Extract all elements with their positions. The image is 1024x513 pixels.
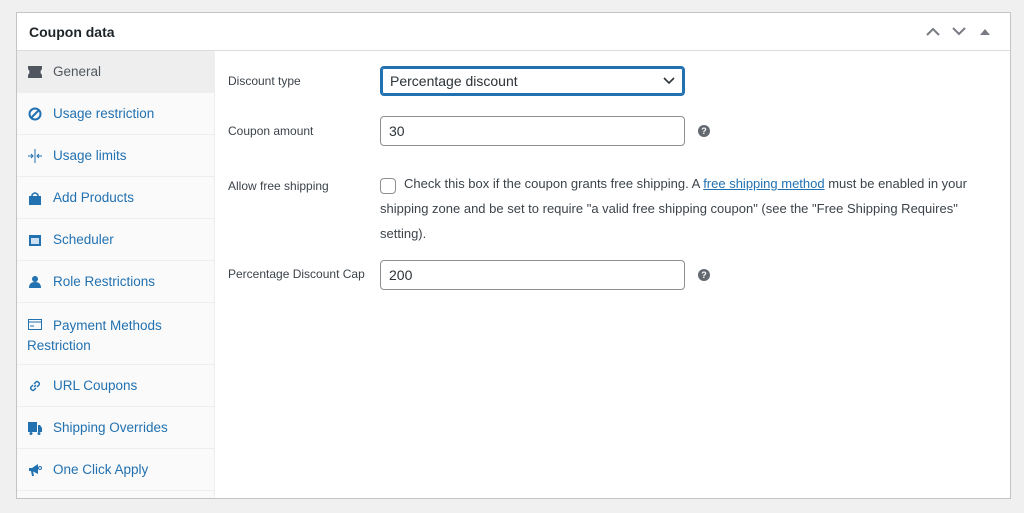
panel-header: Coupon data: [17, 13, 1010, 51]
move-up-button[interactable]: [920, 19, 946, 45]
discount-type-label: Discount type: [228, 74, 301, 88]
truck-icon: [27, 420, 43, 436]
card-icon: [27, 316, 43, 332]
discount-type-value: Percentage discount: [390, 73, 518, 89]
free-shipping-label: Allow free shipping: [228, 179, 329, 193]
ban-icon: [27, 106, 43, 122]
help-icon[interactable]: ?: [698, 125, 710, 137]
chevron-down-icon: [663, 77, 675, 85]
coupon-amount-input[interactable]: 30: [380, 116, 685, 146]
desc-text: Check this box if the coupon grants free…: [404, 176, 704, 191]
tab-scheduler[interactable]: Scheduler: [17, 219, 214, 261]
discount-cap-input[interactable]: 200: [380, 260, 685, 290]
tab-label: General: [53, 64, 102, 79]
panel-title: Coupon data: [29, 23, 115, 40]
tab-label: Scheduler: [53, 232, 114, 247]
tab-usage-limits[interactable]: Usage limits: [17, 135, 214, 177]
bag-icon: [27, 190, 43, 206]
toggle-panel-button[interactable]: [972, 19, 998, 45]
tab-add-products[interactable]: Add Products: [17, 177, 214, 219]
tab-one-click-apply[interactable]: One Click Apply: [17, 449, 214, 491]
user-icon: [27, 274, 43, 290]
triangle-up-icon: [980, 29, 990, 35]
tab-label: One Click Apply: [53, 462, 149, 477]
coupon-amount-label: Coupon amount: [228, 124, 314, 138]
tab-shipping-overrides[interactable]: Shipping Overrides: [17, 407, 214, 449]
tab-label: Usage restriction: [53, 106, 155, 121]
coupon-tabs: General Usage restriction Usage limits A…: [17, 51, 215, 498]
coupon-data-panel: Coupon data General Usage restriction Us…: [16, 12, 1011, 499]
chevron-up-icon: [926, 27, 940, 36]
tab-label: Usage limits: [53, 148, 127, 163]
tab-payment-methods-restriction[interactable]: Payment Methods Restriction: [17, 303, 214, 365]
tab-label: URL Coupons: [53, 378, 138, 393]
link-icon: [27, 378, 43, 394]
free-shipping-method-link[interactable]: free shipping method: [703, 176, 824, 191]
chevron-down-icon: [952, 27, 966, 36]
discount-cap-label: Percentage Discount Cap: [228, 267, 365, 281]
tab-label: Role Restrictions: [53, 274, 156, 289]
tab-label: Payment Methods Restriction: [27, 318, 162, 353]
tab-url-coupons[interactable]: URL Coupons: [17, 365, 214, 407]
limits-icon: [27, 148, 43, 164]
tab-general[interactable]: General: [17, 51, 214, 93]
free-shipping-description: Check this box if the coupon grants free…: [380, 171, 990, 246]
general-options: Discount type Percentage discount Coupon…: [216, 51, 1010, 498]
ticket-icon: [27, 64, 43, 80]
tab-usage-restriction[interactable]: Usage restriction: [17, 93, 214, 135]
tab-label: Shipping Overrides: [53, 420, 168, 435]
tab-role-restrictions[interactable]: Role Restrictions: [17, 261, 214, 303]
megaphone-icon: [27, 462, 43, 478]
move-down-button[interactable]: [946, 19, 972, 45]
tab-label: Add Products: [53, 190, 135, 205]
help-icon[interactable]: ?: [698, 269, 710, 281]
discount-type-select[interactable]: Percentage discount: [380, 66, 685, 96]
calendar-icon: [27, 232, 43, 248]
